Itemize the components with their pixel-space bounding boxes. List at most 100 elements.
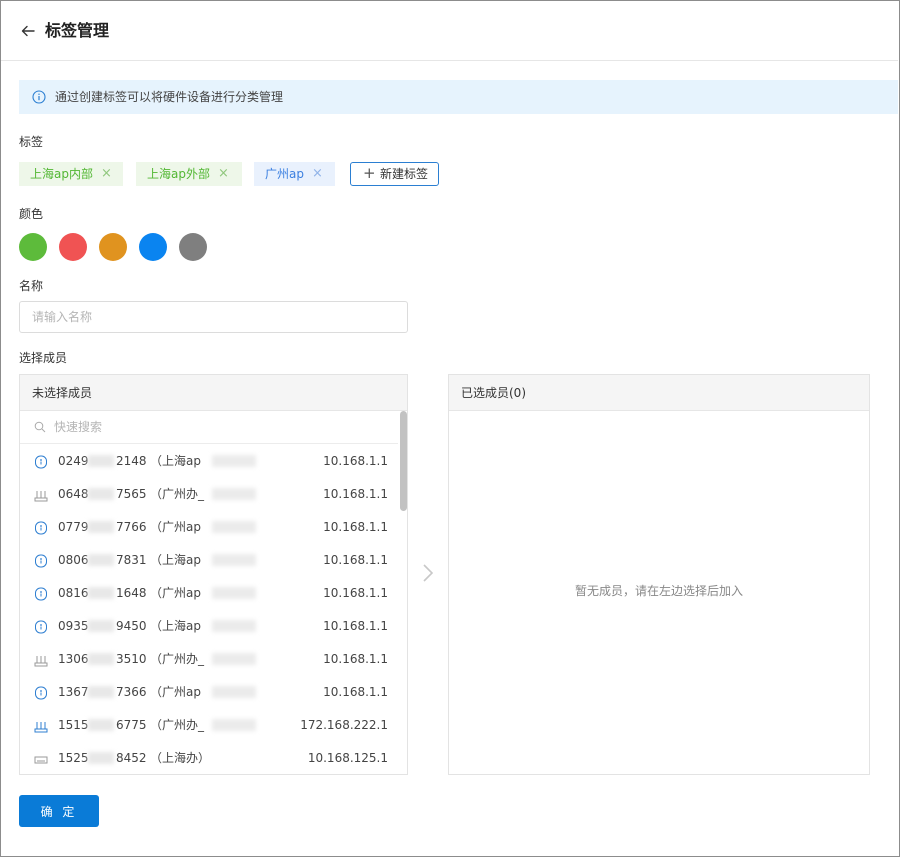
color-swatch-gray[interactable] — [179, 233, 207, 261]
tag-label: 广州ap — [265, 167, 304, 181]
close-icon[interactable]: × — [218, 162, 229, 185]
ap-icon — [34, 455, 48, 469]
redacted-text — [212, 455, 256, 467]
tag-guangzhou-ap[interactable]: 广州ap × — [254, 162, 335, 186]
member-ip: 10.168.1.1 — [323, 586, 388, 600]
color-swatch-blue[interactable] — [139, 233, 167, 261]
ap-icon — [34, 554, 48, 568]
member-ip: 172.168.222.1 — [300, 718, 388, 732]
redacted-text — [212, 554, 256, 566]
member-location: （广州办_ — [150, 718, 205, 732]
redacted-text — [88, 719, 114, 731]
member-row[interactable]: 0935 9450 （上海ap 10.168.1.1 — [20, 610, 398, 643]
redacted-text — [212, 719, 256, 731]
info-banner: 通过创建标签可以将硬件设备进行分类管理 — [19, 80, 898, 114]
color-swatch-orange[interactable] — [99, 233, 127, 261]
color-swatch-red[interactable] — [59, 233, 87, 261]
member-serial-prefix: 0648 — [58, 487, 89, 501]
member-ip: 10.168.1.1 — [323, 487, 388, 501]
redacted-text — [212, 653, 256, 665]
member-location: （上海ap — [150, 553, 201, 567]
member-ip: 10.168.1.1 — [323, 454, 388, 468]
redacted-text — [88, 521, 114, 533]
redacted-text — [212, 620, 256, 632]
router-icon — [34, 488, 48, 502]
member-row[interactable]: 0806 7831 （上海ap 10.168.1.1 — [20, 544, 398, 577]
member-serial-prefix: 0935 — [58, 619, 89, 633]
member-location: （广州ap — [150, 586, 201, 600]
plus-icon: + — [363, 164, 376, 182]
member-serial-suffix: 7366 — [116, 685, 147, 699]
member-ip: 10.168.125.1 — [307, 751, 388, 765]
info-icon — [32, 90, 46, 104]
member-serial-suffix: 7766 — [116, 520, 147, 534]
color-label: 颜色 — [19, 207, 44, 221]
member-serial-prefix: 1306 — [58, 652, 89, 666]
member-serial-prefix: 0779 — [58, 520, 89, 534]
member-serial-prefix: 0806 — [58, 553, 89, 567]
ap-icon — [34, 686, 48, 700]
redacted-text — [212, 488, 256, 500]
member-ip: 10.168.1.1 — [323, 619, 388, 633]
member-ip: 10.168.1.1 — [323, 553, 388, 567]
member-row[interactable]: 1515 6775 （广州办_ 172.168.222.1 — [20, 709, 398, 742]
info-text: 通过创建标签可以将硬件设备进行分类管理 — [55, 90, 284, 104]
unselected-members-panel: 未选择成员 02492148（上海ap10.168.1.106487565（广州… — [19, 374, 408, 775]
redacted-text — [88, 455, 114, 467]
member-row[interactable]: 0816 1648 （广州ap 10.168.1.1 — [20, 577, 398, 610]
member-serial-prefix: 1525 — [58, 751, 89, 765]
scrollbar-thumb[interactable] — [400, 411, 407, 511]
redacted-text — [212, 587, 256, 599]
member-row[interactable]: 0249 2148 （上海ap 10.168.1.1 — [20, 445, 398, 478]
tag-shanghai-ap-outer[interactable]: 上海ap外部 × — [136, 162, 242, 186]
selected-members-panel: 已选成员(0) 暂无成员，请在左边选择后加入 — [448, 374, 870, 775]
transfer-arrow-icon[interactable] — [419, 563, 437, 583]
member-serial-prefix: 1515 — [58, 718, 89, 732]
member-row[interactable]: 0648 7565 （广州办_ 10.168.1.1 — [20, 478, 398, 511]
member-location: （广州ap — [150, 520, 201, 534]
member-ip: 10.168.1.1 — [323, 685, 388, 699]
member-row[interactable]: 1306 3510 （广州办_ 10.168.1.1 — [20, 643, 398, 676]
member-serial-prefix: 0249 — [58, 454, 89, 468]
member-row[interactable]: 0779 7766 （广州ap 10.168.1.1 — [20, 511, 398, 544]
member-row[interactable]: 1367 7366 （广州ap 10.168.1.1 — [20, 676, 398, 709]
member-serial-suffix: 9450 — [116, 619, 147, 633]
color-swatch-green[interactable] — [19, 233, 47, 261]
redacted-text — [88, 752, 114, 764]
member-serial-suffix: 7565 — [116, 487, 147, 501]
back-arrow-icon[interactable] — [20, 23, 36, 39]
redacted-text — [212, 686, 256, 698]
member-location: （广州办_ — [150, 487, 205, 501]
ap-icon — [34, 620, 48, 634]
member-search — [20, 411, 398, 444]
redacted-text — [88, 587, 114, 599]
redacted-text — [88, 653, 114, 665]
search-input[interactable] — [54, 417, 384, 437]
member-serial-suffix: 2148 — [116, 454, 147, 468]
close-icon[interactable]: × — [101, 162, 112, 185]
redacted-text — [88, 686, 114, 698]
confirm-button[interactable]: 确 定 — [19, 795, 99, 827]
page-title: 标签管理 — [45, 21, 110, 40]
close-icon[interactable]: × — [312, 162, 323, 185]
tag-shanghai-ap-inner[interactable]: 上海ap内部 × — [19, 162, 123, 186]
new-tag-label: 新建标签 — [380, 167, 429, 181]
ap-icon — [34, 587, 48, 601]
tags-label: 标签 — [19, 135, 44, 149]
unselected-panel-title: 未选择成员 — [20, 375, 407, 411]
new-tag-button[interactable]: + 新建标签 — [350, 162, 439, 186]
member-location: （广州办_ — [150, 652, 205, 666]
selected-panel-title: 已选成员(0) — [449, 375, 869, 411]
member-row[interactable]: 1525 8452 （上海办） 10.168.125.1 — [20, 742, 398, 775]
name-label: 名称 — [19, 279, 44, 293]
member-serial-suffix: 3510 — [116, 652, 147, 666]
member-serial-prefix: 0816 — [58, 586, 89, 600]
scrollbar[interactable] — [400, 411, 407, 774]
member-ip: 10.168.1.1 — [323, 652, 388, 666]
members-label: 选择成员 — [19, 351, 68, 365]
switch-icon — [34, 752, 48, 766]
redacted-text — [88, 620, 114, 632]
name-input[interactable] — [19, 301, 408, 333]
ap-icon — [34, 521, 48, 535]
search-icon — [34, 421, 46, 433]
